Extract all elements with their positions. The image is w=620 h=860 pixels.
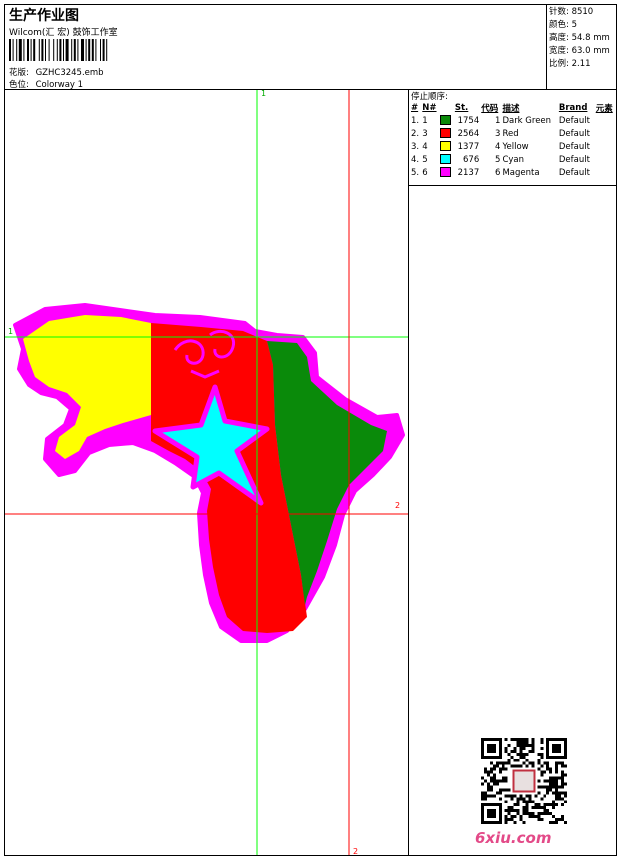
stat-scale: 比例: 2.11 [549, 59, 591, 69]
row-description: Dark Green [502, 115, 552, 126]
color-swatch [440, 128, 452, 139]
row-brand: Default [558, 128, 590, 139]
color-swatch [440, 141, 452, 152]
row-stitches: 2564 [457, 128, 480, 139]
row-index: 3. [411, 141, 420, 152]
table-header-row: # N# St. 代码 描述 Brand 元素 [410, 102, 616, 114]
col-description: 描述 [502, 104, 520, 114]
col-element: 元素 [595, 104, 613, 114]
horizontal-guide-1-label: 1 [8, 327, 14, 336]
row-description: Magenta [502, 167, 540, 178]
col-swatch [439, 102, 453, 114]
design-file-label: 花版: [9, 68, 29, 78]
table-row: 4. 5 676 5 Cyan Default [410, 153, 616, 166]
design-file-value: GZHC3245.emb [35, 68, 104, 78]
row-code: 3 [495, 128, 501, 139]
row-needle: 5 [422, 154, 428, 165]
stat-colors: 颜色: 5 [549, 20, 577, 30]
stop-sequence-table: # N# St. 代码 描述 Brand 元素 1. 1 1754 1 Dark Gre… [410, 102, 616, 179]
row-element [595, 140, 616, 153]
vertical-guide-2-label: 2 [353, 847, 359, 856]
row-needle: 6 [422, 167, 428, 178]
row-code: 6 [495, 167, 501, 178]
row-swatch [439, 114, 453, 127]
row-swatch [439, 127, 453, 140]
row-brand: Default [558, 141, 590, 152]
vertical-guide-1-label: 1 [261, 89, 267, 98]
page-title: 生产作业图 [9, 8, 79, 24]
company-name: Wilcom(汇 宏) 鼓饰工作室 [9, 28, 118, 38]
stop-sequence-title: 停止顺序: [411, 92, 448, 102]
panel-divider [408, 89, 409, 855]
design-file-row: 花版: GZHC3245.emb [9, 66, 104, 78]
design-canvas [5, 90, 408, 855]
row-code: 1 [495, 115, 501, 126]
qr-code [481, 738, 567, 824]
col-needle: N# [422, 103, 437, 113]
table-row: 3. 4 1377 4 Yellow Default [410, 140, 616, 153]
col-index: # [411, 103, 419, 113]
watermark: 6xiu.com [475, 829, 552, 847]
col-stitches: St. [454, 103, 469, 113]
row-stitches: 676 [463, 154, 480, 165]
row-index: 5. [411, 167, 420, 178]
design-stats: 针数: 8510 颜色: 5 高度: 54.8 mm 宽度: 63.0 mm 比… [549, 6, 610, 71]
row-swatch [439, 153, 453, 166]
row-code: 4 [495, 141, 501, 152]
row-description: Yellow [502, 141, 529, 152]
stat-stitches: 针数: 8510 [549, 7, 594, 17]
row-needle: 1 [422, 115, 428, 126]
row-element [595, 127, 616, 140]
col-code: 代码 [481, 104, 499, 114]
header-divider [546, 5, 547, 89]
row-description: Red [502, 128, 519, 139]
stat-width: 宽度: 63.0 mm [549, 46, 610, 56]
row-swatch [439, 166, 453, 179]
row-element [595, 153, 616, 166]
table-row: 2. 3 2564 3 Red Default [410, 127, 616, 140]
row-description: Cyan [502, 154, 524, 165]
panel-subdivider [408, 185, 616, 186]
horizontal-guide-2-label: 2 [395, 501, 401, 510]
production-sheet: 生产作业图 Wilcom(汇 宏) 鼓饰工作室 花版: GZHC3245.emb… [4, 4, 617, 856]
barcode [9, 39, 108, 61]
row-brand: Default [558, 154, 590, 165]
row-stitches: 1754 [457, 115, 480, 126]
row-element [595, 166, 616, 179]
col-brand: Brand [558, 103, 588, 113]
embroidery-design [13, 303, 405, 643]
row-brand: Default [558, 115, 590, 126]
row-stitches: 2137 [457, 167, 480, 178]
color-swatch [440, 167, 452, 178]
row-index: 1. [411, 115, 420, 126]
table-row: 5. 6 2137 6 Magenta Default [410, 166, 616, 179]
row-swatch [439, 140, 453, 153]
color-swatch [440, 115, 452, 126]
row-code: 5 [495, 154, 501, 165]
row-stitches: 1377 [457, 141, 480, 152]
row-index: 4. [411, 154, 420, 165]
row-element [595, 114, 616, 127]
table-row: 1. 1 1754 1 Dark Green Default [410, 114, 616, 127]
row-needle: 3 [422, 128, 428, 139]
stat-height: 高度: 54.8 mm [549, 33, 610, 43]
color-swatch [440, 154, 452, 165]
row-index: 2. [411, 128, 420, 139]
row-needle: 4 [422, 141, 428, 152]
row-brand: Default [558, 167, 590, 178]
